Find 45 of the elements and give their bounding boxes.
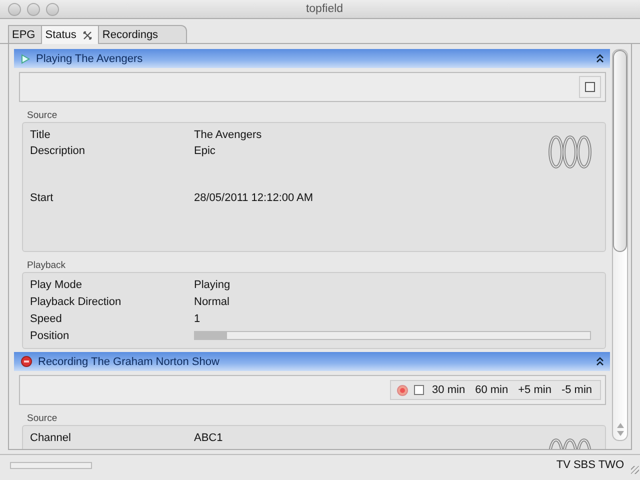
field-value: Normal bbox=[194, 296, 230, 308]
section-header[interactable]: Recording The Graham Norton Show bbox=[14, 352, 610, 371]
time-button[interactable]: 30 min bbox=[430, 384, 468, 396]
field-label: Channel bbox=[30, 432, 72, 444]
group-label: Source bbox=[26, 412, 58, 425]
window-title: topfield bbox=[304, 3, 344, 15]
field-value: ABC1 bbox=[194, 432, 223, 444]
scrollbar-thumb[interactable] bbox=[613, 50, 627, 252]
close-icon[interactable] bbox=[83, 30, 92, 40]
scroll-up-icon[interactable] bbox=[616, 423, 624, 428]
group-label: Source bbox=[26, 109, 58, 122]
play-icon bbox=[21, 54, 30, 64]
resize-grip[interactable] bbox=[631, 466, 639, 474]
field-value: 1 bbox=[194, 312, 200, 324]
scrollbar[interactable] bbox=[612, 49, 628, 441]
window-control[interactable] bbox=[27, 2, 40, 16]
window-control[interactable] bbox=[8, 2, 21, 16]
field-value: Playing bbox=[194, 278, 230, 290]
group-label: Playback bbox=[26, 259, 67, 272]
section-header[interactable]: Playing The Avengers bbox=[14, 49, 610, 68]
record-button[interactable] bbox=[397, 384, 408, 396]
field-label: Play Mode bbox=[30, 278, 83, 290]
checkbox[interactable] bbox=[414, 385, 424, 395]
time-button[interactable]: -5 min bbox=[559, 384, 594, 396]
collapse-icon[interactable] bbox=[596, 357, 604, 366]
field-label: Title bbox=[30, 128, 52, 140]
collapse-icon[interactable] bbox=[596, 54, 604, 63]
time-button[interactable]: +5 min bbox=[516, 384, 554, 396]
field-value: Epic bbox=[194, 145, 216, 157]
time-button[interactable]: 60 min bbox=[473, 384, 510, 396]
field-label: Speed bbox=[30, 312, 63, 324]
field-label: Description bbox=[30, 145, 86, 157]
window-control[interactable] bbox=[46, 2, 59, 16]
field-label: Start bbox=[30, 192, 54, 204]
record-icon bbox=[21, 356, 32, 367]
tab[interactable]: Status bbox=[41, 25, 100, 44]
tab[interactable]: EPG bbox=[8, 25, 42, 43]
field-label: Position bbox=[30, 330, 70, 342]
tab[interactable]: Recordings bbox=[98, 25, 188, 43]
field-value: 28/05/2011 12:12:00 AM bbox=[194, 192, 314, 204]
field-label: Playback Direction bbox=[30, 296, 122, 308]
scroll-down-icon[interactable] bbox=[616, 431, 624, 436]
status-text: TV SBS TWO bbox=[556, 459, 624, 471]
stop-button[interactable] bbox=[579, 76, 601, 98]
field-value: The Avengers bbox=[194, 128, 262, 140]
